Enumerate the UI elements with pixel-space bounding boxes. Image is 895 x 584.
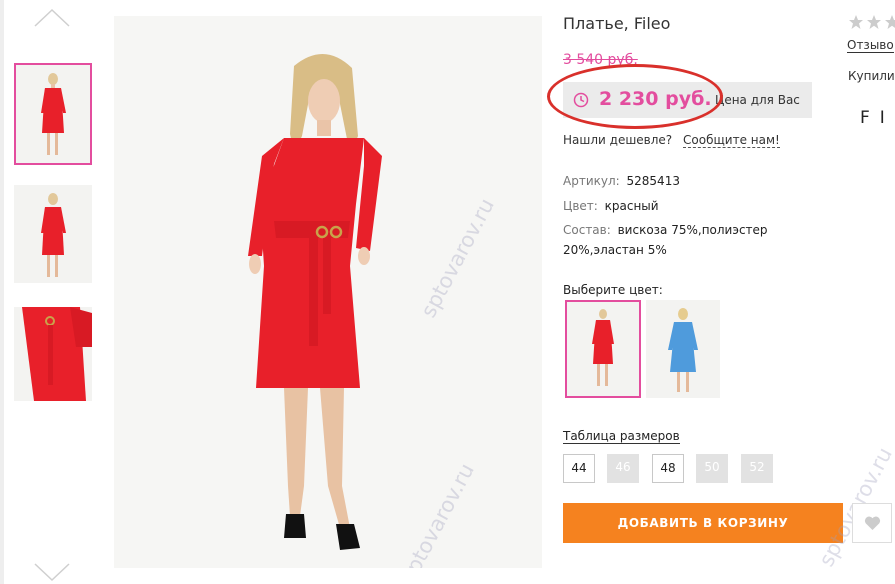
price-highlight-annotation: [547, 64, 723, 129]
chevron-up-icon: [33, 8, 71, 28]
brand-logo[interactable]: FI: [860, 108, 895, 128]
thumbnails-up-button[interactable]: [33, 8, 71, 28]
page-left-border: [0, 0, 4, 584]
thumbnail-front[interactable]: [14, 63, 92, 165]
article-label: Артикул:: [563, 174, 620, 188]
reviews-link[interactable]: Отзыво: [847, 38, 894, 53]
size-option-46[interactable]: 46: [607, 454, 639, 483]
size-option-44[interactable]: 44: [563, 454, 595, 483]
add-to-cart-button[interactable]: ДОБАВИТЬ В КОРЗИНУ: [563, 503, 843, 543]
color-swatch-red[interactable]: [565, 300, 641, 398]
size-option-52[interactable]: 52: [741, 454, 773, 483]
chevron-down-icon: [33, 562, 71, 582]
heart-icon: [864, 516, 881, 535]
main-product-photo[interactable]: sptovarov.ru sptovarov.ru: [114, 16, 542, 568]
add-to-favorites-button[interactable]: [852, 503, 892, 543]
thumbnail-back[interactable]: [14, 185, 92, 283]
report-cheaper-link[interactable]: Сообщите нам!: [683, 133, 780, 148]
product-title: Платье, Fileo: [563, 14, 671, 33]
dress-model-illustration: [114, 16, 542, 568]
thumbnails-down-button[interactable]: [33, 562, 71, 582]
color-value: красный: [604, 199, 659, 213]
composition-row: Состав: вискоза 75%,полиэстер 20%,эласта…: [563, 220, 793, 260]
your-price-label: Цена для Вас: [715, 93, 800, 107]
composition-label: Состав:: [563, 223, 611, 237]
choose-color-label: Выберите цвет:: [563, 283, 663, 297]
thumbnail-detail[interactable]: [14, 307, 92, 401]
color-swatch-blue[interactable]: [646, 300, 720, 398]
size-table-link[interactable]: Таблица размеров: [563, 429, 680, 444]
size-option-50[interactable]: 50: [696, 454, 728, 483]
article-row: Артикул: 5285413: [563, 171, 680, 191]
bought-count-text: Купили: [848, 69, 895, 83]
found-cheaper-row: Нашли дешевле? Сообщите нам!: [563, 133, 780, 148]
found-cheaper-question: Нашли дешевле?: [563, 133, 673, 147]
rating-stars: [848, 14, 895, 34]
article-value: 5285413: [626, 174, 680, 188]
color-label: Цвет:: [563, 199, 598, 213]
size-option-48[interactable]: 48: [652, 454, 684, 483]
composition-line2: 20%,эластан 5%: [563, 243, 667, 257]
star-icon: [848, 15, 895, 34]
composition-line1: вискоза 75%,полиэстер: [617, 223, 768, 237]
color-row: Цвет: красный: [563, 196, 659, 216]
